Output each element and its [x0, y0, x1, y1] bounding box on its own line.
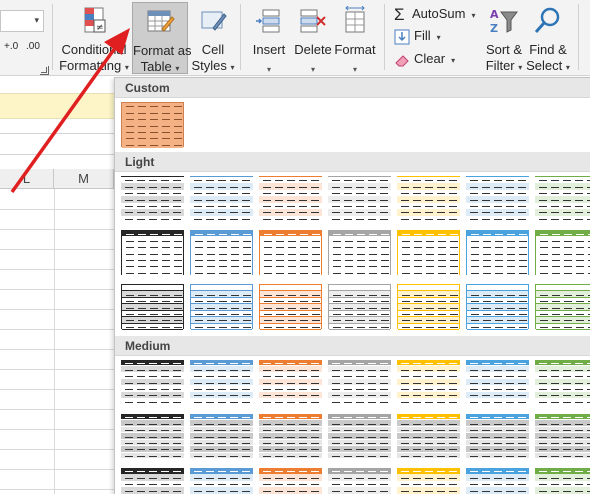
annotation-arrow [10, 28, 130, 194]
annotation-arrow-head [104, 28, 130, 55]
annotation-arrow-shaft [10, 46, 117, 194]
